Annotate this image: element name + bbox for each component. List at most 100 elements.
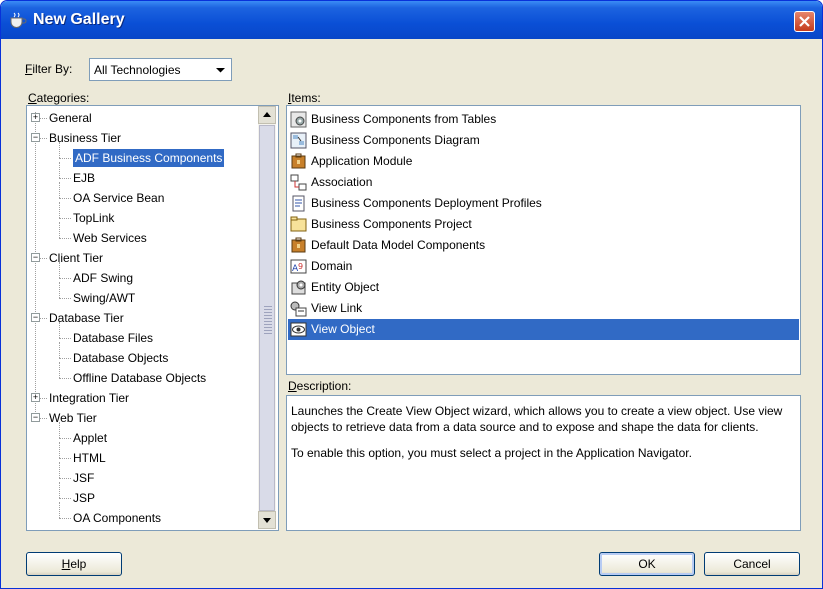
arrow-down-icon	[263, 518, 271, 523]
gallery-item[interactable]: A 9 Domain	[288, 256, 799, 277]
close-button[interactable]	[794, 11, 815, 32]
tree-item[interactable]: Offline Database Objects	[73, 368, 206, 388]
chevron-down-icon[interactable]	[211, 60, 230, 79]
gallery-item[interactable]: Business Components Deployment Profiles	[288, 193, 799, 214]
tree-item[interactable]: Applet	[73, 428, 107, 448]
categories-tree[interactable]: General + Business Tier − ADF Business Compo…	[26, 105, 279, 531]
gallery-item-label: Default Data Model Components	[311, 238, 486, 252]
tree-guide-line	[59, 282, 60, 298]
description-panel: Launches the Create View Object wizard, …	[286, 395, 801, 531]
association-icon	[290, 174, 307, 191]
gallery-item[interactable]: Business Components Project	[288, 214, 799, 235]
collapse-icon[interactable]: −	[31, 313, 40, 322]
tree-item[interactable]: Database Files	[73, 328, 153, 348]
gallery-item-label: Domain	[311, 259, 353, 273]
tree-item[interactable]: ADF Business Components	[73, 148, 225, 168]
collapse-icon[interactable]: −	[31, 253, 40, 262]
view-link-icon	[290, 300, 307, 317]
ok-button[interactable]: OK	[599, 552, 695, 576]
scroll-thumb[interactable]	[259, 125, 275, 511]
tree-item-label: OA Service Bean	[73, 191, 165, 205]
collapse-icon[interactable]: −	[31, 413, 40, 422]
tree-item[interactable]: OA Service Bean	[73, 188, 164, 208]
deployment-profile-icon	[290, 195, 307, 212]
tree-item[interactable]: General	[49, 108, 92, 128]
cancel-button[interactable]: Cancel	[704, 552, 800, 576]
categories-scrollbar[interactable]	[258, 106, 276, 529]
scroll-up-button[interactable]	[258, 106, 276, 124]
tree-item-label: HTML	[73, 451, 106, 465]
tree-item[interactable]: HTML	[73, 448, 106, 468]
expand-icon[interactable]: +	[31, 393, 40, 402]
domain-icon: A9	[290, 258, 307, 275]
window-title: New Gallery	[33, 11, 125, 28]
gallery-item[interactable]: View Object	[288, 319, 799, 340]
tree-connector	[59, 458, 71, 459]
tree-item-label: General	[49, 111, 92, 125]
tree-connector	[59, 178, 71, 179]
gallery-item[interactable]: Default Data Model Components	[288, 235, 799, 256]
tree-item-label: JSP	[73, 491, 96, 505]
module-icon	[290, 153, 307, 170]
tree-item[interactable]: OA Components	[73, 508, 161, 528]
tree-item[interactable]: EJB	[73, 168, 95, 188]
app-cup-icon	[9, 12, 27, 28]
tree-item-label: Applet	[73, 431, 108, 445]
help-button[interactable]: Help	[26, 552, 122, 576]
tree-item-label: Database Files	[73, 331, 154, 345]
gallery-item[interactable]: Association	[288, 172, 799, 193]
gallery-item[interactable]: Business Components Diagram	[288, 130, 799, 151]
tree-item[interactable]: JSF	[73, 468, 94, 488]
tree-item[interactable]: TopLink	[73, 208, 114, 228]
tree-item[interactable]: JSP	[73, 488, 95, 508]
tree-connector	[40, 118, 47, 119]
gallery-item-label: Association	[311, 175, 373, 189]
tree-connector	[59, 158, 71, 159]
filter-dropdown[interactable]: All Technologies	[89, 58, 232, 81]
gallery-item-label: View Link	[311, 301, 363, 315]
tree-connector	[59, 518, 71, 519]
tree-connector	[40, 398, 47, 399]
gallery-item[interactable]: Entity Object	[288, 277, 799, 298]
tree-connector	[59, 338, 71, 339]
tree-item[interactable]: Web Services	[73, 228, 147, 248]
description-text: Launches the Create View Object wizard, …	[291, 404, 783, 434]
gallery-item[interactable]: Business Components from Tables	[288, 109, 799, 130]
tree-item-label: EJB	[73, 171, 96, 185]
tree-connector	[40, 138, 47, 139]
collapse-icon[interactable]: −	[31, 133, 40, 142]
tree-connector	[59, 378, 71, 379]
tree-guide-line	[59, 182, 60, 198]
gallery-item[interactable]: View Link	[288, 298, 799, 319]
tree-item[interactable]: ADF Swing	[73, 268, 133, 288]
view-object-icon	[290, 321, 307, 338]
tree-connector	[59, 298, 71, 299]
tree-item[interactable]: Client Tier	[49, 248, 103, 268]
items-label: Items:	[288, 91, 321, 105]
tree-item-label: Web Services	[73, 231, 147, 245]
scroll-down-button[interactable]	[258, 511, 276, 529]
tree-connector	[59, 238, 71, 239]
tree-guide-line	[59, 422, 60, 438]
expand-icon[interactable]: +	[31, 113, 40, 122]
arrow-up-icon	[263, 112, 271, 117]
title-bar[interactable]: New Gallery	[1, 1, 822, 39]
tree-connector	[59, 478, 71, 479]
tree-item-label: Database Objects	[73, 351, 169, 365]
module-icon	[290, 237, 307, 254]
tree-item[interactable]: Database Tier	[49, 308, 124, 328]
gallery-item-label: Application Module	[311, 154, 413, 168]
tree-item-label: OA Components	[73, 511, 162, 525]
tree-item[interactable]: Web Tier	[49, 408, 97, 428]
description-label: Description:	[288, 379, 352, 393]
tree-connector	[59, 278, 71, 279]
tree-item[interactable]: Database Objects	[73, 348, 168, 368]
tree-item[interactable]: Integration Tier	[49, 388, 129, 408]
tree-guide-line	[59, 222, 60, 238]
gallery-item-label: Business Components Deployment Profiles	[311, 196, 542, 210]
gallery-item[interactable]: Application Module	[288, 151, 799, 172]
tree-guide-line	[35, 112, 36, 418]
tree-item[interactable]: Swing/AWT	[73, 288, 135, 308]
items-list[interactable]: Business Components from Tables Business …	[286, 105, 801, 375]
tree-guide-line	[59, 262, 60, 278]
